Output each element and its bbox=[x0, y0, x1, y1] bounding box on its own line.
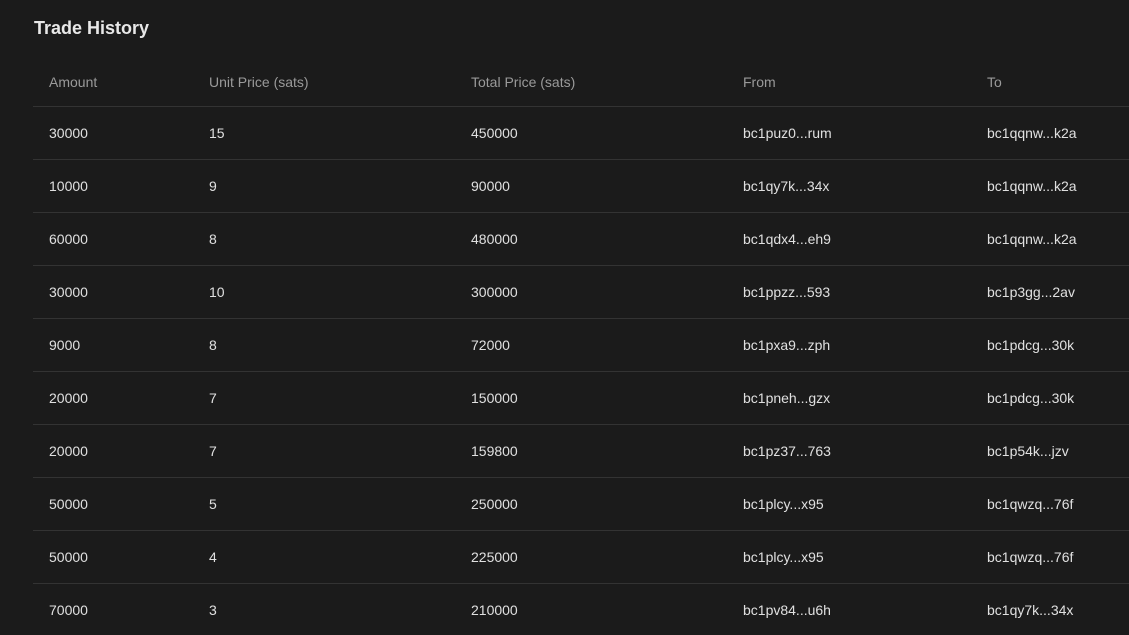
to-address-cell[interactable]: bc1qwzq...76f bbox=[987, 478, 1073, 530]
to-address-cell[interactable]: bc1pdcg...30k bbox=[987, 319, 1074, 371]
from-address-cell[interactable]: bc1pv84...u6h bbox=[743, 584, 831, 635]
table-row: 20000 7 159800 bc1pz37...763 bc1p54k...j… bbox=[33, 425, 1129, 478]
trade-history-table: Amount Unit Price (sats) Total Price (sa… bbox=[33, 55, 1129, 635]
from-address-cell[interactable]: bc1plcy...x95 bbox=[743, 478, 824, 530]
unit-price-cell: 8 bbox=[209, 337, 217, 353]
amount-cell: 70000 bbox=[49, 602, 88, 618]
page-title: Trade History bbox=[34, 18, 150, 38]
from-address-cell[interactable]: bc1qdx4...eh9 bbox=[743, 213, 831, 265]
total-price-cell: 300000 bbox=[471, 284, 518, 300]
column-header-unit-price: Unit Price (sats) bbox=[209, 74, 309, 90]
column-header-to: To bbox=[987, 74, 1002, 90]
column-header-from: From bbox=[743, 74, 776, 90]
amount-cell: 30000 bbox=[49, 284, 88, 300]
table-header: Amount Unit Price (sats) Total Price (sa… bbox=[33, 55, 1129, 107]
table-row: 70000 3 210000 bc1pv84...u6h bc1qy7k...3… bbox=[33, 584, 1129, 635]
amount-cell: 50000 bbox=[49, 549, 88, 565]
to-address-cell[interactable]: bc1qwzq...76f bbox=[987, 531, 1073, 583]
from-address-cell[interactable]: bc1ppzz...593 bbox=[743, 266, 830, 318]
table-row: 9000 8 72000 bc1pxa9...zph bc1pdcg...30k bbox=[33, 319, 1129, 372]
to-address-cell[interactable]: bc1p3gg...2av bbox=[987, 266, 1075, 318]
amount-cell: 50000 bbox=[49, 496, 88, 512]
unit-price-cell: 3 bbox=[209, 602, 217, 618]
unit-price-cell: 10 bbox=[209, 284, 225, 300]
table-row: 20000 7 150000 bc1pneh...gzx bc1pdcg...3… bbox=[33, 372, 1129, 425]
amount-cell: 60000 bbox=[49, 231, 88, 247]
from-address-cell[interactable]: bc1qy7k...34x bbox=[743, 160, 829, 212]
amount-cell: 9000 bbox=[49, 337, 81, 353]
from-address-cell[interactable]: bc1pneh...gzx bbox=[743, 372, 830, 424]
from-address-cell[interactable]: bc1pz37...763 bbox=[743, 425, 831, 477]
total-price-cell: 450000 bbox=[471, 125, 518, 141]
trade-history-panel: Trade History Amount Unit Price (sats) T… bbox=[0, 0, 1129, 635]
column-header-amount: Amount bbox=[49, 74, 98, 90]
unit-price-cell: 7 bbox=[209, 390, 217, 406]
total-price-cell: 225000 bbox=[471, 549, 518, 565]
total-price-cell: 250000 bbox=[471, 496, 518, 512]
from-address-cell[interactable]: bc1plcy...x95 bbox=[743, 531, 824, 583]
from-address-cell[interactable]: bc1pxa9...zph bbox=[743, 319, 830, 371]
to-address-cell[interactable]: bc1qy7k...34x bbox=[987, 584, 1073, 635]
amount-cell: 20000 bbox=[49, 443, 88, 459]
to-address-cell[interactable]: bc1qqnw...k2a bbox=[987, 213, 1077, 265]
table-row: 50000 4 225000 bc1plcy...x95 bc1qwzq...7… bbox=[33, 531, 1129, 584]
table-row: 50000 5 250000 bc1plcy...x95 bc1qwzq...7… bbox=[33, 478, 1129, 531]
unit-price-cell: 5 bbox=[209, 496, 217, 512]
table-row: 10000 9 90000 bc1qy7k...34x bc1qqnw...k2… bbox=[33, 160, 1129, 213]
table-row: 30000 15 450000 bc1puz0...rum bc1qqnw...… bbox=[33, 107, 1129, 160]
to-address-cell[interactable]: bc1qqnw...k2a bbox=[987, 107, 1077, 159]
to-address-cell[interactable]: bc1qqnw...k2a bbox=[987, 160, 1077, 212]
unit-price-cell: 9 bbox=[209, 178, 217, 194]
unit-price-cell: 15 bbox=[209, 125, 225, 141]
total-price-cell: 150000 bbox=[471, 390, 518, 406]
column-header-total-price: Total Price (sats) bbox=[471, 74, 576, 90]
amount-cell: 30000 bbox=[49, 125, 88, 141]
to-address-cell[interactable]: bc1p54k...jzv bbox=[987, 425, 1069, 477]
total-price-cell: 480000 bbox=[471, 231, 518, 247]
unit-price-cell: 8 bbox=[209, 231, 217, 247]
table-row: 30000 10 300000 bc1ppzz...593 bc1p3gg...… bbox=[33, 266, 1129, 319]
total-price-cell: 210000 bbox=[471, 602, 518, 618]
total-price-cell: 159800 bbox=[471, 443, 518, 459]
total-price-cell: 90000 bbox=[471, 178, 510, 194]
unit-price-cell: 7 bbox=[209, 443, 217, 459]
from-address-cell[interactable]: bc1puz0...rum bbox=[743, 107, 832, 159]
total-price-cell: 72000 bbox=[471, 337, 510, 353]
to-address-cell[interactable]: bc1pdcg...30k bbox=[987, 372, 1074, 424]
amount-cell: 10000 bbox=[49, 178, 88, 194]
table-row: 60000 8 480000 bc1qdx4...eh9 bc1qqnw...k… bbox=[33, 213, 1129, 266]
unit-price-cell: 4 bbox=[209, 549, 217, 565]
amount-cell: 20000 bbox=[49, 390, 88, 406]
